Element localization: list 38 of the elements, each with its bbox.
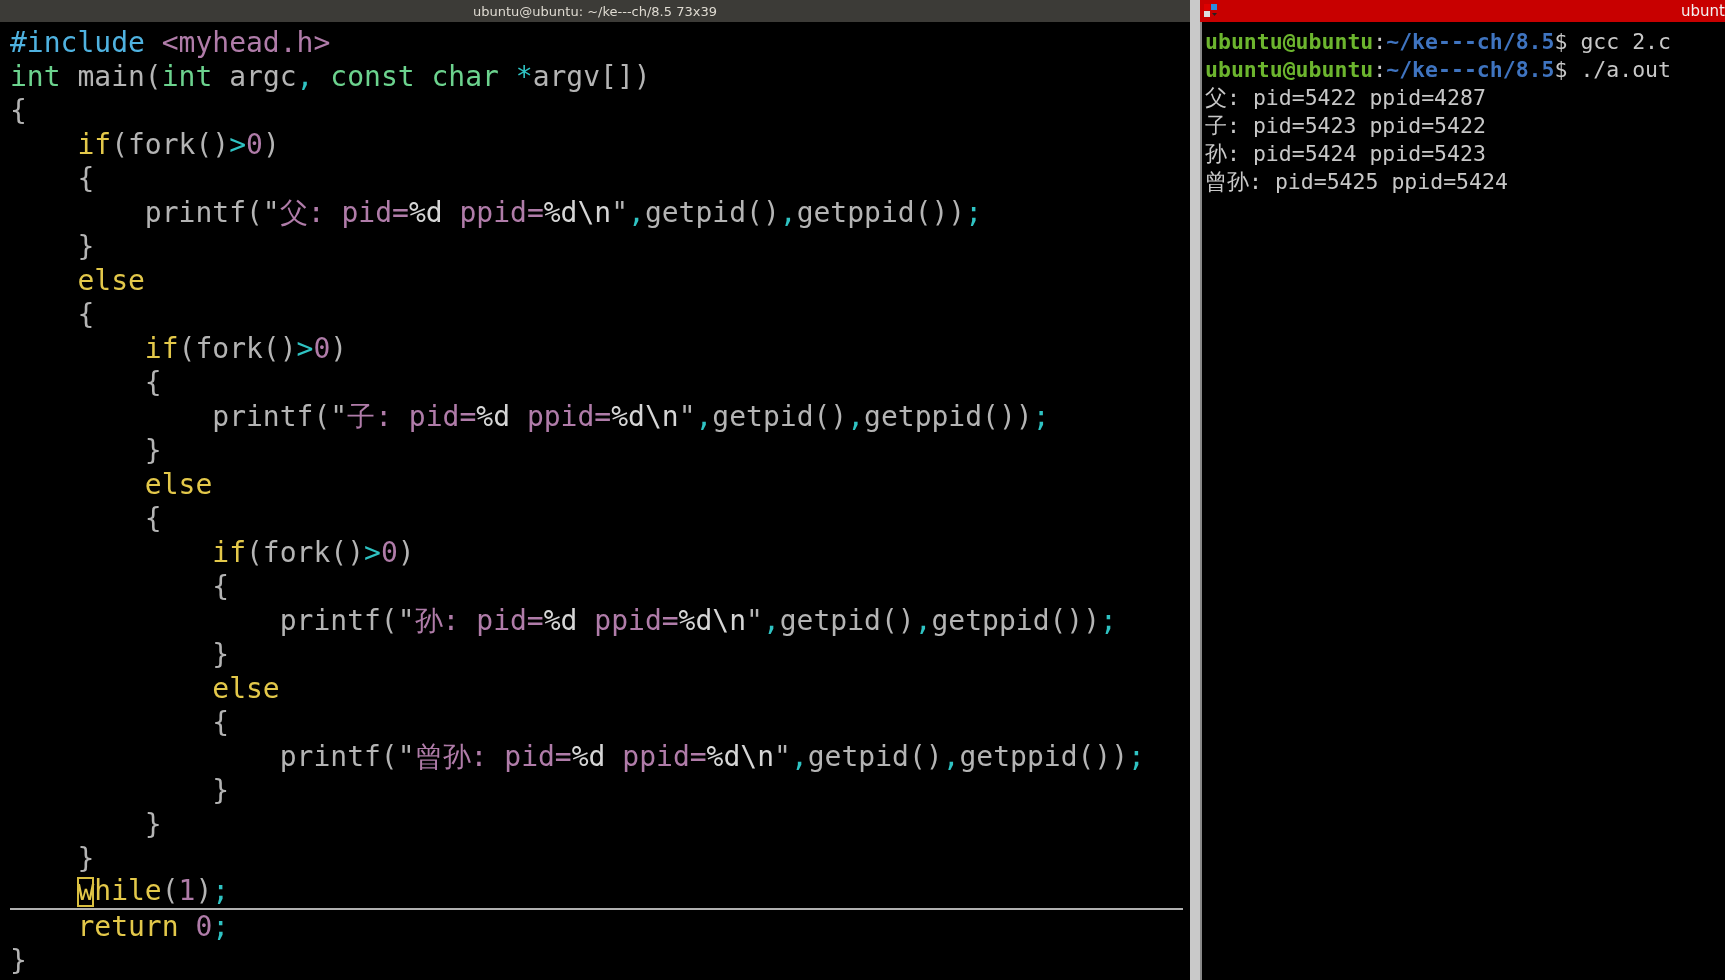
output-line: 父: pid=5422 ppid=4287: [1205, 84, 1486, 112]
prompt-line: ubuntu@ubuntu:~/ke---ch/8.5$ gcc 2.c: [1205, 28, 1671, 56]
code-line: printf("孙: pid=%d ppid=%d\n",getpid(),getppid());: [278, 604, 1118, 638]
code-line: }: [211, 638, 231, 672]
prompt-line: ubuntu@ubuntu:~/ke---ch/8.5$ ./a.out: [1205, 56, 1671, 84]
code-line: if(fork()>0): [211, 536, 416, 570]
code-line: #include <myhead.h>: [10, 26, 332, 60]
code-line: {: [211, 570, 231, 604]
code-line: {: [143, 366, 163, 400]
code-line: if(fork()>0): [143, 332, 349, 366]
code-line: printf("曾孙: pid=%d ppid=%d\n",getpid(),getppid());: [278, 740, 1146, 774]
scrollbar[interactable]: [1200, 22, 1202, 980]
code-line: {: [143, 502, 163, 536]
code-line: printf("子: pid=%d ppid=%d\n",getpid(),getppid());: [211, 400, 1051, 434]
output-line: 孙: pid=5424 ppid=5423: [1205, 140, 1486, 168]
code-line: }: [143, 808, 163, 842]
code-line: else: [76, 264, 146, 298]
code-line: }: [211, 774, 231, 808]
code-line: }: [10, 944, 28, 978]
output-line: 子: pid=5423 ppid=5422: [1205, 112, 1486, 140]
scrollbar[interactable]: [1190, 0, 1200, 980]
code-line: {: [10, 94, 28, 128]
window-title: ubunt: [1681, 2, 1725, 20]
code-line: }: [76, 230, 96, 264]
code-line: {: [211, 706, 231, 740]
window-menu-icon[interactable]: [1204, 4, 1218, 18]
code-line: else: [211, 672, 281, 706]
window-title: ubuntu@ubuntu: ~/ke---ch/8.5 73x39: [473, 3, 717, 19]
code-line: {: [76, 298, 96, 332]
code-line: }: [76, 842, 96, 876]
code-line: int main(int argc, const char *argv[]): [10, 60, 652, 94]
output-line: 曾孙: pid=5425 ppid=5424: [1205, 168, 1508, 196]
code-line: }: [143, 434, 163, 468]
code-line: {: [76, 162, 96, 196]
code-line: else: [143, 468, 214, 502]
code-line: if(fork()>0): [76, 128, 281, 162]
code-line: printf("父: pid=%d ppid=%d\n",getpid(),getppid());: [143, 196, 984, 230]
code-line: return 0;: [76, 910, 231, 944]
